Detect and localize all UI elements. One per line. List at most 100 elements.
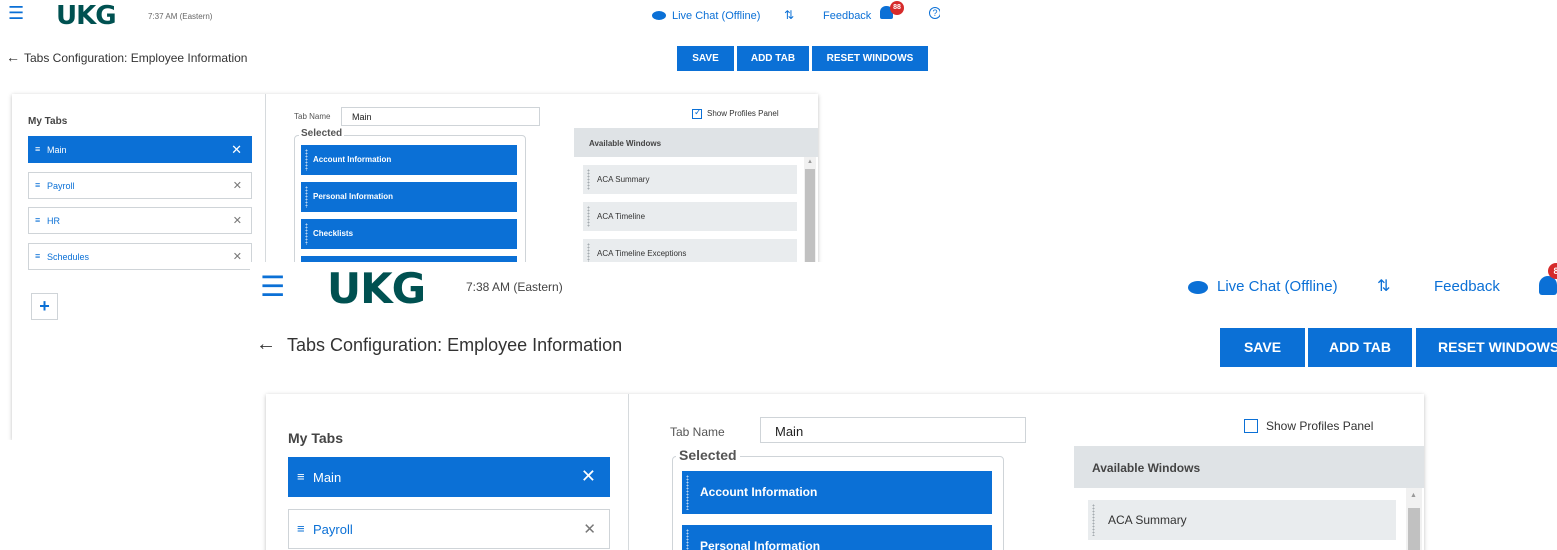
tab-label: HR <box>47 216 60 226</box>
show-profiles-label: Show Profiles Panel <box>707 109 779 118</box>
selected-legend: Selected <box>299 128 345 139</box>
close-icon[interactable]: ✕ <box>233 179 242 192</box>
grip-icon <box>686 529 689 550</box>
my-tabs-heading: My Tabs <box>28 116 68 127</box>
back-arrow-icon[interactable]: ← <box>256 333 276 356</box>
page-title: Tabs Configuration: Employee Information <box>24 51 248 65</box>
available-window-item[interactable]: ACA Timeline <box>583 202 797 231</box>
show-profiles-checkbox[interactable] <box>1244 419 1258 433</box>
tab-main[interactable]: ≡ Main ✕ <box>28 136 252 163</box>
show-profiles-label: Show Profiles Panel <box>1266 419 1374 433</box>
tab-payroll[interactable]: ≡ Payroll ✕ <box>28 172 252 199</box>
chat-icon[interactable] <box>652 11 666 20</box>
window-label: ACA Timeline <box>597 212 646 221</box>
drag-handle-icon: ≡ <box>297 521 305 536</box>
feedback-link[interactable]: Feedback <box>1434 278 1500 295</box>
drag-handle-icon: ≡ <box>35 215 41 225</box>
my-tabs-heading: My Tabs <box>288 430 343 446</box>
add-tab-plus-button[interactable]: + <box>31 293 58 320</box>
selected-legend: Selected <box>676 447 740 463</box>
menu-icon[interactable]: ☰ <box>260 270 285 303</box>
screenshot-bottom: ☰ UKG 7:38 AM (Eastern) Live Chat (Offli… <box>250 262 1557 550</box>
add-tab-button[interactable]: ADD TAB <box>1308 328 1412 367</box>
grip-icon <box>587 169 590 190</box>
notification-badge: 88 <box>890 1 904 15</box>
person-switch-icon[interactable]: ⇅ <box>784 8 794 22</box>
tab-name-label: Tab Name <box>294 112 331 121</box>
window-label: ACA Summary <box>1108 513 1187 527</box>
available-window-item[interactable]: ACA Summary <box>583 165 797 194</box>
tab-label: Payroll <box>47 181 75 191</box>
window-label: Personal Information <box>313 192 394 201</box>
close-icon[interactable]: ✕ <box>231 142 242 158</box>
grip-icon <box>587 206 590 227</box>
drag-handle-icon: ≡ <box>35 144 41 154</box>
help-icon[interactable]: ? <box>929 7 940 19</box>
grip-icon <box>305 223 308 245</box>
close-icon[interactable]: ✕ <box>583 520 596 538</box>
save-button[interactable]: SAVE <box>1220 328 1305 367</box>
available-scrollbar[interactable]: ▲ <box>1406 488 1422 550</box>
available-windows-header: Available Windows <box>1074 446 1424 488</box>
live-chat-link[interactable]: Live Chat (Offline) <box>1217 278 1338 295</box>
check-icon: ✓ <box>694 107 702 117</box>
tab-hr[interactable]: ≡ HR ✕ <box>28 207 252 234</box>
window-label: ACA Summary <box>597 175 650 184</box>
available-windows-header: Available Windows <box>574 128 818 157</box>
tab-name-value: Main <box>775 424 804 439</box>
clock-text: 7:38 AM (Eastern) <box>466 280 563 294</box>
back-arrow-icon[interactable]: ← <box>6 49 20 65</box>
selected-window-item[interactable]: Personal Information <box>301 182 517 212</box>
grip-icon <box>587 243 590 264</box>
person-switch-icon[interactable]: ⇅ <box>1377 276 1390 296</box>
selected-window-item[interactable]: Checklists <box>301 219 517 249</box>
brand-logo: UKG <box>327 264 426 313</box>
selected-window-item[interactable]: Personal Information <box>682 525 992 550</box>
grip-icon <box>1092 504 1095 536</box>
grip-icon <box>305 186 308 208</box>
tab-payroll[interactable]: ≡ Payroll ✕ <box>288 509 610 549</box>
selected-window-item[interactable]: Account Information <box>682 471 992 514</box>
close-icon[interactable]: ✕ <box>233 250 242 263</box>
drag-handle-icon: ≡ <box>297 469 305 484</box>
scroll-up-icon[interactable]: ▲ <box>807 159 813 165</box>
show-profiles-checkbox[interactable]: ✓ <box>692 107 702 119</box>
window-label: Account Information <box>700 485 818 499</box>
save-button[interactable]: SAVE <box>677 46 734 71</box>
tab-name-input[interactable]: Main <box>341 107 540 126</box>
brand-logo: UKG <box>56 1 117 31</box>
config-card: My Tabs ≡ Main ✕ ≡ Payroll ✕ Tab Name Ma… <box>266 394 1424 550</box>
window-label: Checklists <box>313 229 354 238</box>
tab-name-value: Main <box>352 112 372 122</box>
tab-schedules[interactable]: ≡ Schedules ✕ <box>28 243 252 270</box>
tab-main[interactable]: ≡ Main ✕ <box>288 457 610 497</box>
scroll-thumb[interactable] <box>1408 508 1420 550</box>
drag-handle-icon: ≡ <box>35 251 41 261</box>
menu-icon[interactable]: ☰ <box>8 3 24 24</box>
grip-icon <box>686 475 689 510</box>
drag-handle-icon: ≡ <box>35 180 41 190</box>
tab-name-input[interactable]: Main <box>760 417 1026 443</box>
chat-icon[interactable] <box>1188 281 1208 294</box>
tab-name-label: Tab Name <box>670 425 725 439</box>
close-icon[interactable]: ✕ <box>581 466 596 487</box>
feedback-link[interactable]: Feedback <box>823 10 871 22</box>
scroll-up-icon[interactable]: ▲ <box>1410 492 1417 499</box>
add-tab-button[interactable]: ADD TAB <box>737 46 809 71</box>
available-window-item[interactable]: ACA Summary <box>1088 500 1396 540</box>
tab-label: Main <box>47 145 67 155</box>
window-label: ACA Timeline Exceptions <box>597 249 687 258</box>
window-label: Personal Information <box>700 539 821 550</box>
window-label: Account Information <box>313 155 392 164</box>
selected-window-item[interactable]: Account Information <box>301 145 517 175</box>
live-chat-link[interactable]: Live Chat (Offline) <box>672 10 760 22</box>
tab-label: Main <box>313 470 342 485</box>
reset-windows-button[interactable]: RESET WINDOWS <box>1416 328 1557 367</box>
grip-icon <box>305 149 308 171</box>
reset-windows-button[interactable]: RESET WINDOWS <box>812 46 928 71</box>
close-icon[interactable]: ✕ <box>233 214 242 227</box>
notification-badge: 8 <box>1548 263 1557 279</box>
page-title: Tabs Configuration: Employee Information <box>287 335 623 355</box>
clock-text: 7:37 AM (Eastern) <box>148 12 213 21</box>
tab-label: Schedules <box>47 252 90 262</box>
